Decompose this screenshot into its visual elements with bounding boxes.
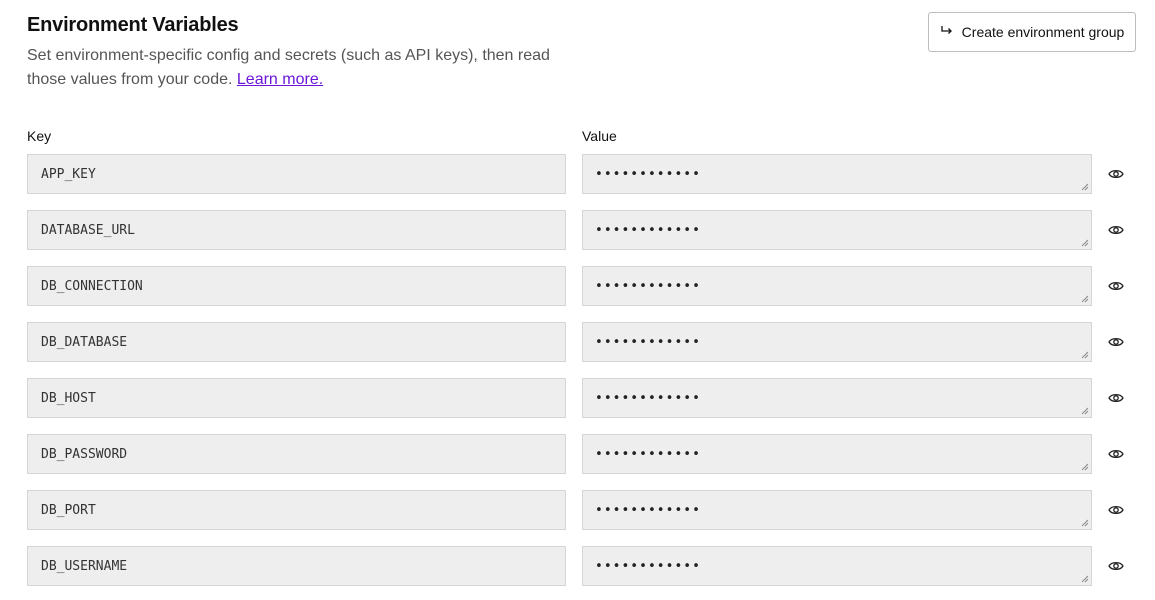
- resize-handle-icon[interactable]: [1081, 575, 1089, 583]
- resize-handle-icon[interactable]: [1081, 407, 1089, 415]
- eye-icon: [1108, 281, 1124, 291]
- masked-value: ••••••••••••: [595, 390, 701, 406]
- masked-value: ••••••••••••: [595, 166, 701, 182]
- variable-row: DB_CONNECTION ••••••••••••: [27, 266, 1137, 306]
- value-input[interactable]: ••••••••••••: [582, 154, 1092, 194]
- masked-value: ••••••••••••: [595, 222, 701, 238]
- key-input[interactable]: DB_HOST: [27, 378, 566, 418]
- value-input[interactable]: ••••••••••••: [582, 210, 1092, 250]
- eye-icon: [1108, 505, 1124, 515]
- variables-list: APP_KEY •••••••••••• DATABASE_URL ••••••…: [27, 154, 1137, 600]
- resize-handle-icon[interactable]: [1081, 519, 1089, 527]
- resize-handle-icon[interactable]: [1081, 463, 1089, 471]
- reveal-value-button[interactable]: [1105, 164, 1127, 184]
- eye-icon: [1108, 393, 1124, 403]
- variable-row: DATABASE_URL ••••••••••••: [27, 210, 1137, 250]
- eye-icon: [1108, 225, 1124, 235]
- key-input[interactable]: DATABASE_URL: [27, 210, 566, 250]
- masked-value: ••••••••••••: [595, 334, 701, 350]
- value-input[interactable]: ••••••••••••: [582, 378, 1092, 418]
- value-input[interactable]: ••••••••••••: [582, 546, 1092, 586]
- value-column-label: Value: [582, 128, 617, 144]
- resize-handle-icon[interactable]: [1081, 295, 1089, 303]
- environment-variables-panel: Environment Variables Set environment-sp…: [0, 0, 1155, 600]
- create-environment-group-label: Create environment group: [961, 24, 1125, 40]
- eye-icon: [1108, 449, 1124, 459]
- reveal-value-button[interactable]: [1105, 388, 1127, 408]
- masked-value: ••••••••••••: [595, 446, 701, 462]
- reveal-value-button[interactable]: [1105, 276, 1127, 296]
- learn-more-link[interactable]: Learn more.: [237, 71, 323, 88]
- page-description: Set environment-specific config and secr…: [27, 44, 587, 92]
- create-environment-group-button[interactable]: Create environment group: [928, 12, 1136, 52]
- key-input[interactable]: DB_DATABASE: [27, 322, 566, 362]
- value-input[interactable]: ••••••••••••: [582, 490, 1092, 530]
- resize-handle-icon[interactable]: [1081, 351, 1089, 359]
- masked-value: ••••••••••••: [595, 502, 701, 518]
- reveal-value-button[interactable]: [1105, 332, 1127, 352]
- masked-value: ••••••••••••: [595, 558, 701, 574]
- value-input[interactable]: ••••••••••••: [582, 322, 1092, 362]
- reveal-value-button[interactable]: [1105, 444, 1127, 464]
- eye-icon: [1108, 337, 1124, 347]
- page-title: Environment Variables: [27, 14, 239, 36]
- variable-row: DB_PASSWORD ••••••••••••: [27, 434, 1137, 474]
- key-input[interactable]: DB_PORT: [27, 490, 566, 530]
- variable-row: DB_HOST ••••••••••••: [27, 378, 1137, 418]
- key-input[interactable]: DB_USERNAME: [27, 546, 566, 586]
- reveal-value-button[interactable]: [1105, 556, 1127, 576]
- key-input[interactable]: DB_PASSWORD: [27, 434, 566, 474]
- resize-handle-icon[interactable]: [1081, 239, 1089, 247]
- variable-row: APP_KEY ••••••••••••: [27, 154, 1137, 194]
- key-column-label: Key: [27, 128, 52, 144]
- key-input[interactable]: APP_KEY: [27, 154, 566, 194]
- variable-row: DB_PORT ••••••••••••: [27, 490, 1137, 530]
- eye-icon: [1108, 561, 1124, 571]
- variable-row: DB_DATABASE ••••••••••••: [27, 322, 1137, 362]
- variable-row: DB_USERNAME ••••••••••••: [27, 546, 1137, 586]
- key-input[interactable]: DB_CONNECTION: [27, 266, 566, 306]
- value-input[interactable]: ••••••••••••: [582, 434, 1092, 474]
- resize-handle-icon[interactable]: [1081, 183, 1089, 191]
- reveal-value-button[interactable]: [1105, 500, 1127, 520]
- reveal-value-button[interactable]: [1105, 220, 1127, 240]
- masked-value: ••••••••••••: [595, 278, 701, 294]
- value-input[interactable]: ••••••••••••: [582, 266, 1092, 306]
- return-arrow-icon: [940, 24, 954, 40]
- eye-icon: [1108, 169, 1124, 179]
